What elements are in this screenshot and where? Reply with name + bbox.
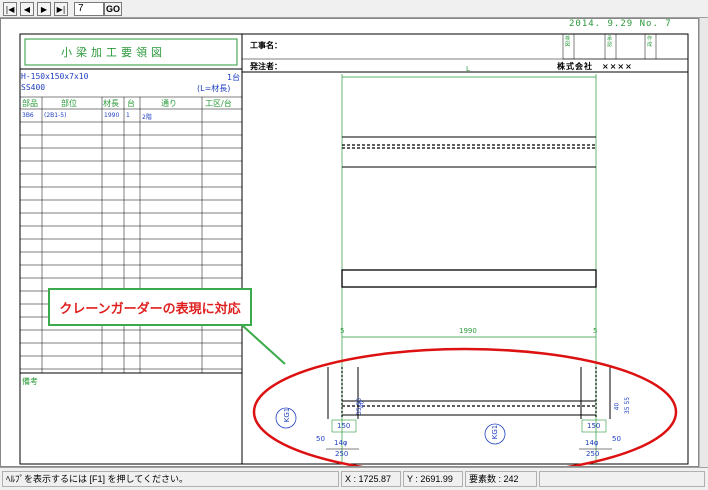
dim-50-left: 50 bbox=[316, 435, 325, 443]
go-button[interactable]: GO bbox=[104, 2, 122, 16]
cell-grid: 2階 bbox=[142, 114, 152, 121]
dim-14phi-right: 14φ bbox=[585, 439, 599, 447]
length-note: (L=材長) bbox=[197, 84, 231, 93]
cell-length: 1990 bbox=[104, 112, 120, 119]
next-page-icon[interactable]: ▶ bbox=[37, 2, 51, 16]
dim-40-right: 40 bbox=[613, 402, 621, 411]
dim-span-left: 5 bbox=[340, 327, 345, 335]
stamp-approve: 承認 bbox=[607, 36, 613, 48]
callout-box: クレーンガーダーの表現に対応 bbox=[48, 288, 252, 326]
date-number: 2014. 9.29 No. 7 bbox=[569, 19, 672, 29]
navigation-toolbar: |◀ ◀ ▶ ▶| 7 GO bbox=[0, 0, 708, 18]
cell-count: 1 bbox=[126, 112, 130, 119]
stamp-check: 検図 bbox=[565, 36, 571, 48]
sheet-title: 小梁加工要領図 bbox=[61, 46, 166, 59]
member-section: H-150x150x7x10 bbox=[21, 72, 89, 81]
help-message: ﾍﾙﾌﾟを表示するには [F1] を押してください。 bbox=[2, 471, 339, 487]
dim-14phi-left: 14φ bbox=[334, 439, 348, 447]
dim-250-right: 250 bbox=[586, 450, 600, 458]
client-label: 発注者： bbox=[250, 62, 282, 71]
y-coordinate: Y : 2691.99 bbox=[403, 471, 463, 487]
company-name: 株式会社 ×××× bbox=[557, 62, 633, 71]
member-count: 1台 bbox=[227, 73, 241, 82]
col-length: 材長 bbox=[103, 99, 119, 108]
element-count: 要素数 : 242 bbox=[465, 471, 537, 487]
col-count: 台 bbox=[127, 99, 135, 108]
dim-span-mid: 1990 bbox=[459, 327, 477, 335]
col-zone: 工区/台 bbox=[205, 99, 232, 108]
prev-page-icon[interactable]: ◀ bbox=[20, 2, 34, 16]
col-location: 部位 bbox=[61, 99, 77, 108]
dim-length-label: L bbox=[466, 65, 470, 73]
page-number-input[interactable]: 7 bbox=[74, 2, 104, 16]
vertical-scrollbar[interactable] bbox=[699, 18, 708, 467]
drawing-canvas[interactable]: 2014. 9.29 No. 7 小梁加工要領図 工事名： 発注者： 株式会社 … bbox=[0, 18, 699, 467]
status-bar: ﾍﾙﾌﾟを表示するには [F1] を押してください。 X : 1725.87 Y… bbox=[0, 467, 708, 490]
member-material: SS400 bbox=[21, 83, 46, 92]
cell-location: (2B1-5) bbox=[44, 112, 67, 119]
last-page-icon[interactable]: ▶| bbox=[54, 2, 68, 16]
dim-35-55-right: 35 55 bbox=[624, 396, 632, 415]
tag-center: KG1 bbox=[491, 424, 500, 440]
dim-span-right: 5 bbox=[593, 327, 598, 335]
stamp-create: 作成 bbox=[647, 36, 653, 48]
tag-left: KG1 bbox=[283, 407, 292, 423]
first-page-icon[interactable]: |◀ bbox=[3, 2, 17, 16]
callout-text: クレーンガーダーの表現に対応 bbox=[59, 301, 241, 317]
x-coordinate: X : 1725.87 bbox=[341, 471, 401, 487]
status-panel-empty bbox=[539, 471, 705, 487]
col-grid: 通り bbox=[161, 99, 177, 108]
dim-150-right: 150 bbox=[587, 422, 601, 430]
dim-40-left: 40 bbox=[358, 400, 366, 409]
dim-250-left: 250 bbox=[335, 450, 349, 458]
dim-150-left: 150 bbox=[337, 422, 351, 430]
cell-part: 3B6 bbox=[22, 112, 34, 119]
project-label: 工事名： bbox=[250, 41, 282, 50]
remarks-label: 備考 bbox=[22, 377, 38, 386]
col-part: 部品 bbox=[22, 99, 38, 108]
dim-50-right: 50 bbox=[612, 435, 621, 443]
drawing-sheet bbox=[19, 33, 689, 466]
